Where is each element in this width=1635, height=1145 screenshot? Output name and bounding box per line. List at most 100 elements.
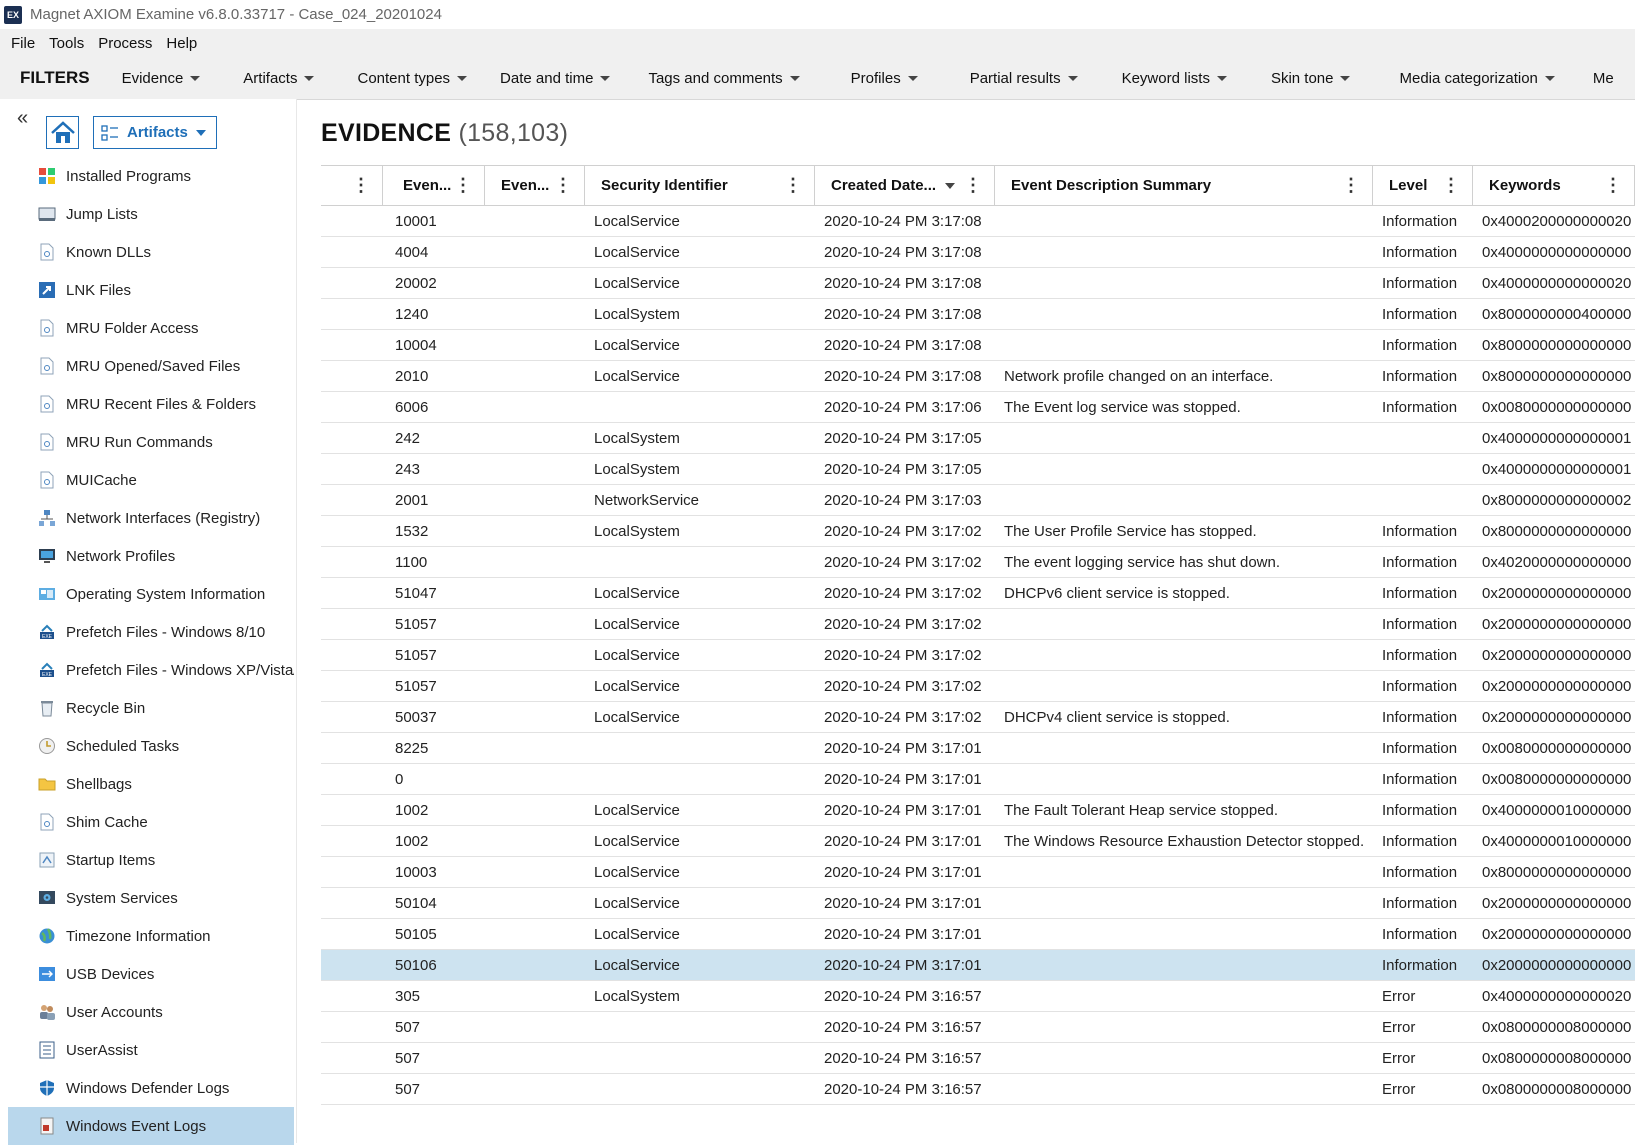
row-selector[interactable] xyxy=(321,981,383,1011)
table-row[interactable]: 2010 LocalService 2020-10-24 PM 3:17:08 Net… xyxy=(321,361,1635,392)
table-row[interactable]: 51057 LocalService 2020-10-24 PM 3:17:02 In… xyxy=(321,640,1635,671)
sidebar-item[interactable]: Windows Defender Logs xyxy=(8,1069,294,1107)
column-menu-icon[interactable]: ⋮ xyxy=(554,176,572,194)
column-menu-icon[interactable]: ⋮ xyxy=(1342,176,1360,194)
column-menu-icon[interactable]: ⋮ xyxy=(1604,176,1622,194)
column-header-created-date[interactable]: Created Date... ⋮ xyxy=(815,166,995,205)
collapse-sidebar-icon[interactable]: « xyxy=(17,107,28,130)
table-row[interactable]: 50106 LocalService 2020-10-24 PM 3:17:01 In… xyxy=(321,950,1635,981)
row-selector[interactable] xyxy=(321,671,383,701)
table-row[interactable]: 51057 LocalService 2020-10-24 PM 3:17:02 In… xyxy=(321,671,1635,702)
sort-descending-icon[interactable] xyxy=(945,182,956,189)
sidebar-item[interactable]: MRU Folder Access xyxy=(8,309,294,347)
column-menu-icon[interactable]: ⋮ xyxy=(1442,176,1460,194)
row-selector[interactable] xyxy=(321,795,383,825)
table-row[interactable]: 1100 2020-10-24 PM 3:17:02 The event loggi… xyxy=(321,547,1635,578)
sidebar-item[interactable]: Installed Programs xyxy=(8,157,294,195)
filter-tags-and-comments[interactable]: Tags and comments xyxy=(648,70,800,87)
sidebar-item[interactable]: Shim Cache xyxy=(8,803,294,841)
row-selector[interactable] xyxy=(321,454,383,484)
menu-help[interactable]: Help xyxy=(166,35,197,52)
row-selector[interactable] xyxy=(321,268,383,298)
row-selector[interactable] xyxy=(321,237,383,267)
table-row[interactable]: 50105 LocalService 2020-10-24 PM 3:17:01 In… xyxy=(321,919,1635,950)
sidebar-item[interactable]: EXE Prefetch Files - Windows 8/10 xyxy=(8,613,294,651)
filter-keyword-lists[interactable]: Keyword lists xyxy=(1122,70,1227,87)
filter-profiles[interactable]: Profiles xyxy=(851,70,918,87)
sidebar-item[interactable]: Recycle Bin xyxy=(8,689,294,727)
table-row[interactable]: 507 2020-10-24 PM 3:16:57 Error 0x080000000… xyxy=(321,1043,1635,1074)
row-selector[interactable] xyxy=(321,950,383,980)
row-selector[interactable] xyxy=(321,640,383,670)
sidebar-item[interactable]: Network Interfaces (Registry) xyxy=(8,499,294,537)
row-selector[interactable] xyxy=(321,1074,383,1104)
column-menu-icon[interactable]: ⋮ xyxy=(964,176,982,194)
table-row[interactable]: 10003 LocalService 2020-10-24 PM 3:17:01 In… xyxy=(321,857,1635,888)
row-selector[interactable] xyxy=(321,609,383,639)
sidebar-item[interactable]: Windows Event Logs xyxy=(8,1107,294,1145)
column-menu-icon[interactable]: ⋮ xyxy=(454,176,472,194)
table-row[interactable]: 507 2020-10-24 PM 3:16:57 Error 0x080000000… xyxy=(321,1074,1635,1105)
row-selector[interactable] xyxy=(321,392,383,422)
row-selector[interactable] xyxy=(321,206,383,236)
row-selector[interactable] xyxy=(321,857,383,887)
sidebar-item[interactable]: Timezone Information xyxy=(8,917,294,955)
sidebar-item[interactable]: Scheduled Tasks xyxy=(8,727,294,765)
table-row[interactable]: 10004 LocalService 2020-10-24 PM 3:17:08 In… xyxy=(321,330,1635,361)
filter-more[interactable]: Me xyxy=(1593,70,1614,87)
menu-file[interactable]: File xyxy=(11,35,35,52)
row-selector[interactable] xyxy=(321,733,383,763)
row-selector[interactable] xyxy=(321,361,383,391)
table-row[interactable]: 1532 LocalSystem 2020-10-24 PM 3:17:02 The … xyxy=(321,516,1635,547)
table-row[interactable]: 50037 LocalService 2020-10-24 PM 3:17:02 DH… xyxy=(321,702,1635,733)
table-row[interactable]: 243 LocalSystem 2020-10-24 PM 3:17:05 0x400… xyxy=(321,454,1635,485)
column-header-security-identifier[interactable]: Security Identifier ⋮ xyxy=(585,166,815,205)
row-selector[interactable] xyxy=(321,547,383,577)
column-header-event-record[interactable]: Even... ⋮ xyxy=(485,166,585,205)
filter-partial-results[interactable]: Partial results xyxy=(970,70,1078,87)
table-row[interactable]: 305 LocalSystem 2020-10-24 PM 3:16:57 Error… xyxy=(321,981,1635,1012)
menu-tools[interactable]: Tools xyxy=(49,35,84,52)
filter-date-and-time[interactable]: Date and time xyxy=(500,70,611,87)
row-selector[interactable] xyxy=(321,485,383,515)
row-selector[interactable] xyxy=(321,330,383,360)
sidebar-item[interactable]: MRU Opened/Saved Files xyxy=(8,347,294,385)
row-selector[interactable] xyxy=(321,1043,383,1073)
table-row[interactable]: 0 2020-10-24 PM 3:17:01 Information 0x00800… xyxy=(321,764,1635,795)
table-row[interactable]: 1002 LocalService 2020-10-24 PM 3:17:01 The… xyxy=(321,826,1635,857)
table-row[interactable]: 242 LocalSystem 2020-10-24 PM 3:17:05 0x400… xyxy=(321,423,1635,454)
row-selector[interactable] xyxy=(321,702,383,732)
row-selector[interactable] xyxy=(321,888,383,918)
sidebar-item[interactable]: Operating System Information xyxy=(8,575,294,613)
table-row[interactable]: 1240 LocalSystem 2020-10-24 PM 3:17:08 Info… xyxy=(321,299,1635,330)
sidebar-item[interactable]: Shellbags xyxy=(8,765,294,803)
row-selector[interactable] xyxy=(321,919,383,949)
row-selector[interactable] xyxy=(321,516,383,546)
artifacts-view-dropdown[interactable]: Artifacts xyxy=(93,116,217,149)
table-row[interactable]: 1002 LocalService 2020-10-24 PM 3:17:01 The… xyxy=(321,795,1635,826)
sidebar-item[interactable]: USB Devices xyxy=(8,955,294,993)
column-header-keywords[interactable]: Keywords ⋮ xyxy=(1473,166,1635,205)
sidebar-item[interactable]: Known DLLs xyxy=(8,233,294,271)
row-selector[interactable] xyxy=(321,1012,383,1042)
column-header-select[interactable]: ⋮ xyxy=(321,166,383,205)
sidebar-item[interactable]: EXE Prefetch Files - Windows XP/Vista/7 xyxy=(8,651,294,689)
table-row[interactable]: 10001 LocalService 2020-10-24 PM 3:17:08 In… xyxy=(321,206,1635,237)
table-row[interactable]: 6006 2020-10-24 PM 3:17:06 The Event log s… xyxy=(321,392,1635,423)
sidebar-item[interactable]: System Services xyxy=(8,879,294,917)
filter-content-types[interactable]: Content types xyxy=(357,70,468,87)
row-selector[interactable] xyxy=(321,578,383,608)
sidebar-item[interactable]: MUICache xyxy=(8,461,294,499)
filter-evidence[interactable]: Evidence xyxy=(122,70,201,87)
sidebar-item[interactable]: Startup Items xyxy=(8,841,294,879)
sidebar-item[interactable]: MRU Recent Files & Folders xyxy=(8,385,294,423)
column-header-event-id[interactable]: Even... ⋮ xyxy=(383,166,485,205)
sidebar-item[interactable]: Jump Lists xyxy=(8,195,294,233)
sidebar-item[interactable]: MRU Run Commands xyxy=(8,423,294,461)
menu-process[interactable]: Process xyxy=(98,35,152,52)
column-menu-icon[interactable]: ⋮ xyxy=(784,176,802,194)
row-selector[interactable] xyxy=(321,764,383,794)
sidebar-item[interactable]: LNK Files xyxy=(8,271,294,309)
row-selector[interactable] xyxy=(321,299,383,329)
table-row[interactable]: 507 2020-10-24 PM 3:16:57 Error 0x080000000… xyxy=(321,1012,1635,1043)
